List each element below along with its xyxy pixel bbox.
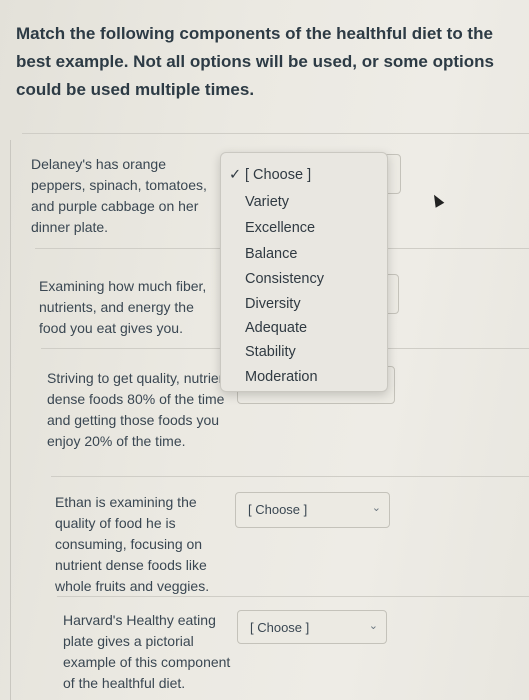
dropdown-option-adequate[interactable]: Adequate: [245, 320, 307, 336]
dropdown-option-variety[interactable]: Variety: [245, 194, 289, 210]
match-prompt-1: Delaney's has orange peppers, spinach, t…: [31, 156, 207, 235]
match-select-4[interactable]: [ Choose ] ⌄: [235, 492, 390, 528]
select-value: [ Choose ]: [250, 620, 310, 635]
divider: [57, 596, 529, 597]
match-prompt-4: Ethan is examining the quality of food h…: [55, 494, 210, 594]
dropdown-option-diversity[interactable]: Diversity: [245, 296, 301, 312]
dropdown-option-consistency[interactable]: Consistency: [245, 271, 324, 287]
dropdown-option-choose[interactable]: ✓[ Choose ]: [229, 167, 311, 183]
dropdown-option-stability[interactable]: Stability: [245, 344, 296, 360]
chevron-down-icon: ⌄: [368, 620, 378, 632]
chevron-down-icon: ⌄: [371, 502, 381, 514]
match-prompt-2: Examining how much fiber, nutrients, and…: [39, 278, 207, 336]
match-prompt-5: Harvard's Healthy eating plate gives a p…: [63, 612, 231, 691]
divider: [22, 133, 529, 134]
question-text: Match the following components of the he…: [16, 24, 494, 99]
dropdown-option-balance[interactable]: Balance: [245, 246, 297, 262]
dropdown-menu: ✓[ Choose ] Variety Excellence Balance C…: [220, 152, 388, 392]
dropdown-option-excellence[interactable]: Excellence: [245, 220, 315, 236]
match-prompt-3: Striving to get quality, nutrient dense …: [47, 370, 231, 449]
match-select-5[interactable]: [ Choose ] ⌄: [237, 610, 387, 644]
select-value: [ Choose ]: [248, 502, 308, 517]
dropdown-option-moderation[interactable]: Moderation: [245, 369, 318, 385]
checkmark-icon: ✓: [229, 167, 242, 183]
divider: [51, 476, 529, 477]
quiz-page: Match the following components of the he…: [0, 0, 529, 700]
